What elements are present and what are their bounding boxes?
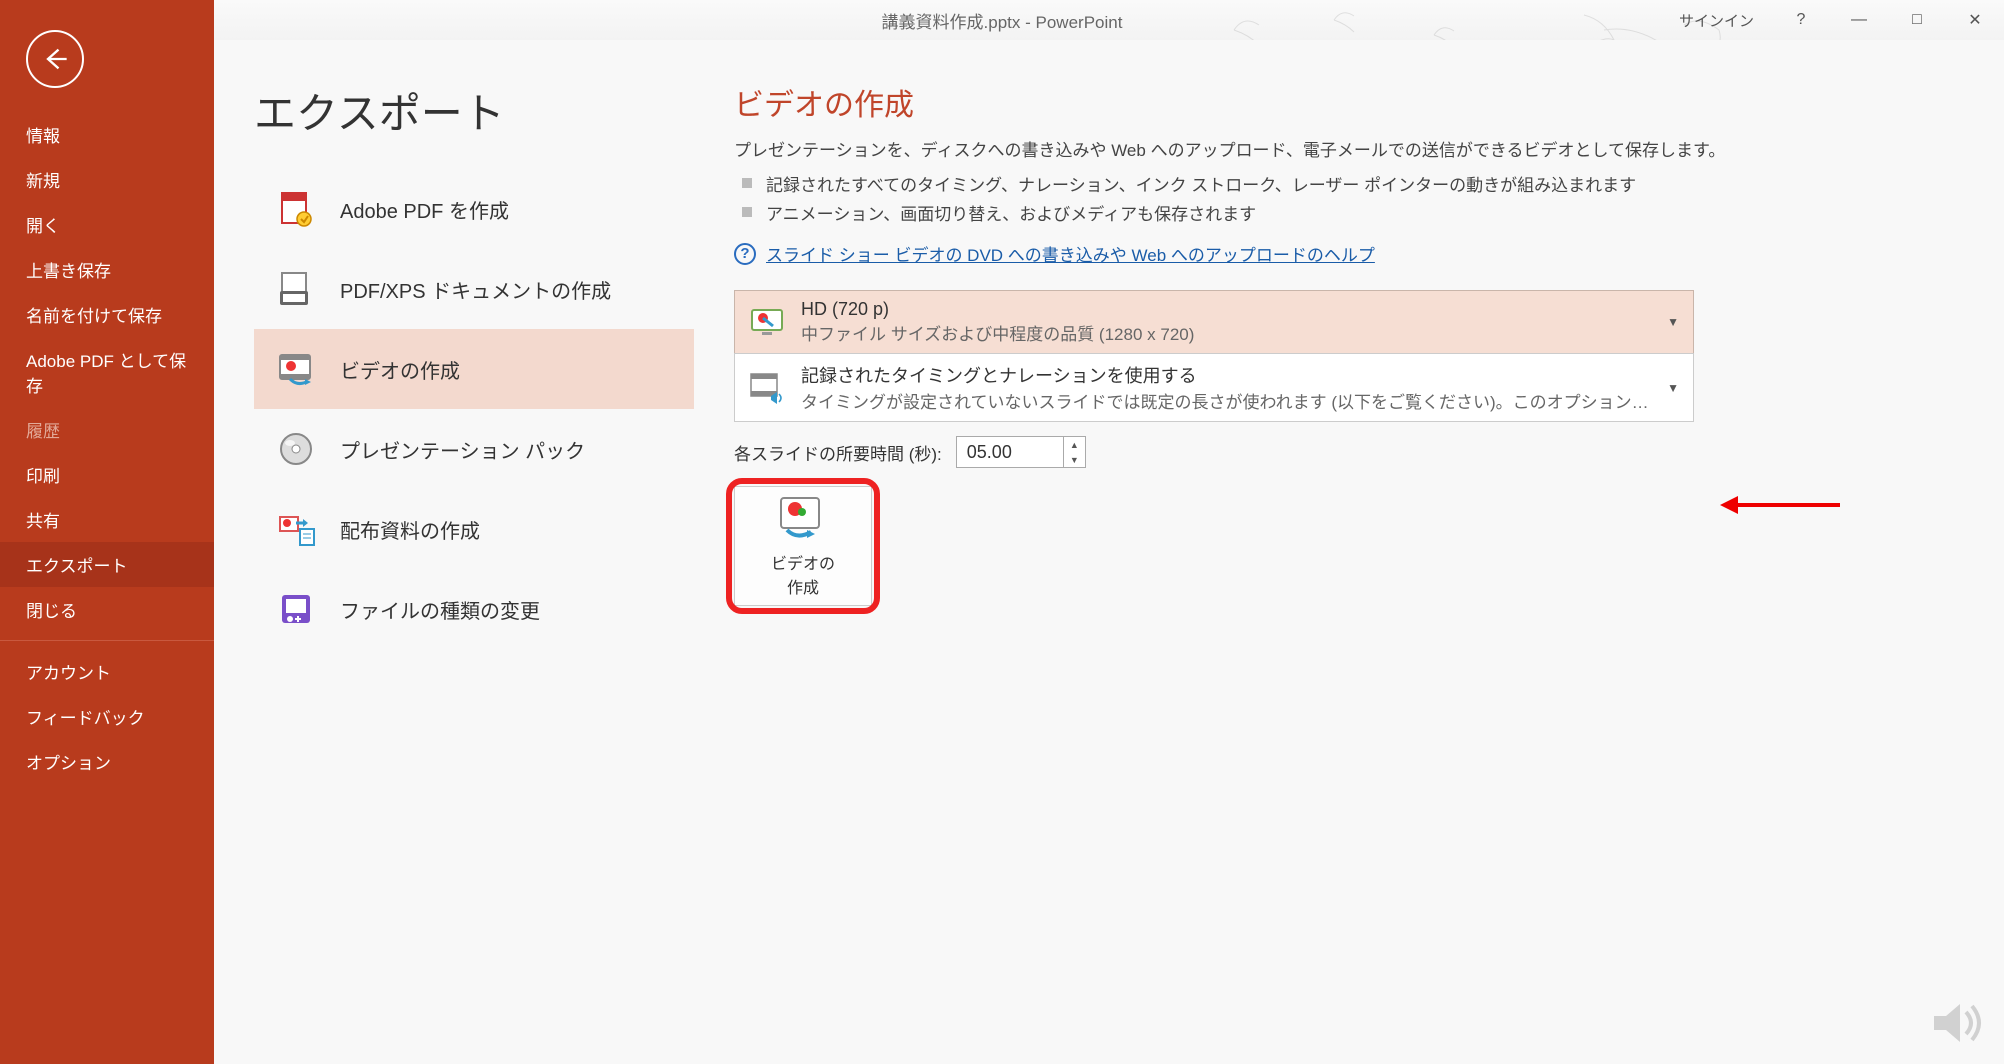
main-content: エクスポート Adobe PDF を作成PDF/XPS ドキュメントの作成ビデオ… [214,40,2004,1064]
nav-item-5[interactable]: Adobe PDF として保存 [0,337,214,407]
export-option-label: 配布資料の作成 [340,515,480,544]
bullet-item: アニメーション、画面切り替え、およびメディアも保存されます [742,200,1964,225]
duration-value: 05.00 [967,442,1012,463]
nav-bottom-item-1[interactable]: フィードバック [0,694,214,739]
chevron-down-icon: ▼ [1667,315,1679,329]
spinner-down-icon[interactable]: ▼ [1064,452,1085,467]
nav-item-8[interactable]: 共有 [0,497,214,542]
export-option-2[interactable]: ビデオの作成 [254,329,694,409]
nav-item-4[interactable]: 名前を付けて保存 [0,292,214,337]
duration-spinner[interactable]: 05.00 ▲▼ [956,436,1086,468]
help-row: ? スライド ショー ビデオの DVD への書き込みや Web へのアップロード… [734,241,1964,266]
maximize-button[interactable]: □ [1888,0,1946,40]
bullet-item: 記録されたすべてのタイミング、ナレーション、インク ストローク、レーザー ポイン… [742,171,1964,196]
export-option-icon [274,347,318,391]
bullet-text: アニメーション、画面切り替え、およびメディアも保存されます [766,200,1256,225]
export-option-3[interactable]: プレゼンテーション パック [254,409,694,489]
export-option-icon [274,187,318,231]
export-option-icon [274,267,318,311]
section-heading: ビデオの作成 [734,80,1964,124]
slide-duration-row: 各スライドの所要時間 (秒): 05.00 ▲▼ [734,436,1964,468]
nav-item-9[interactable]: エクスポート [0,542,214,587]
filmstrip-speaker-icon [749,370,785,406]
signin-link[interactable]: サインイン [1661,10,1772,31]
section-description: プレゼンテーションを、ディスクへの書き込みや Web へのアップロード、電子メー… [734,136,1964,161]
nav-item-3[interactable]: 上書き保存 [0,247,214,292]
dropdown-subtitle: タイミングが設定されていないスライドでは既定の長さが使われます (以下をご覧くだ… [801,388,1651,413]
title-bar: 講義資料作成.pptx - PowerPoint サインイン ? — □ ✕ [0,0,2004,40]
dropdown-title: HD (720 p) [801,299,1651,320]
bullet-text: 記録されたすべてのタイミング、ナレーション、インク ストローク、レーザー ポイン… [766,171,1636,196]
help-button[interactable]: ? [1772,0,1830,40]
export-option-label: ビデオの作成 [340,355,460,384]
spinner-up-icon[interactable]: ▲ [1064,437,1085,452]
page-title: エクスポート [254,80,694,141]
export-option-label: ファイルの種類の変更 [340,595,540,624]
nav-separator [0,640,214,641]
bullet-icon [742,207,752,217]
create-video-icon [777,494,829,542]
chevron-down-icon: ▼ [1667,381,1679,395]
minimize-button[interactable]: — [1830,0,1888,40]
nav-item-6[interactable]: 履歴 [0,407,214,452]
export-option-icon [274,507,318,551]
dropdown-title: 記録されたタイミングとナレーションを使用する [801,362,1651,388]
nav-item-10[interactable]: 閉じる [0,587,214,632]
export-option-0[interactable]: Adobe PDF を作成 [254,169,694,249]
export-option-label: Adobe PDF を作成 [340,195,509,224]
export-options-column: エクスポート Adobe PDF を作成 PDF/XPS ドキュメントの作成ビデオ… [254,80,694,1064]
export-option-4[interactable]: 配布資料の作成 [254,489,694,569]
backstage-sidebar: 情報新規開く上書き保存名前を付けて保存Adobe PDF として保存履歴印刷共有… [0,0,214,1064]
help-info-icon: ? [734,243,756,265]
help-link[interactable]: スライド ショー ビデオの DVD への書き込みや Web へのアップロードのヘ… [766,241,1375,266]
export-option-5[interactable]: ファイルの種類の変更 [254,569,694,649]
create-btn-line2: 作成 [787,580,819,597]
video-quality-dropdown[interactable]: HD (720 p) 中ファイル サイズおよび中程度の品質 (1280 x 72… [734,290,1694,354]
export-option-label: PDF/XPS ドキュメントの作成 [340,275,611,304]
export-option-label: プレゼンテーション パック [340,435,585,464]
export-option-icon [274,587,318,631]
video-settings-pane: ビデオの作成 プレゼンテーションを、ディスクへの書き込みや Web へのアップロ… [694,80,2004,1064]
dropdown-subtitle: 中ファイル サイズおよび中程度の品質 (1280 x 720) [801,320,1651,345]
export-option-1[interactable]: PDF/XPS ドキュメントの作成 [254,249,694,329]
timing-narration-dropdown[interactable]: 記録されたタイミングとナレーションを使用する タイミングが設定されていないスライ… [734,353,1694,422]
duration-label: 各スライドの所要時間 (秒): [734,440,942,465]
export-option-icon [274,427,318,471]
bullet-icon [742,178,752,188]
create-video-button[interactable]: ビデオの作成 [734,486,872,606]
nav-item-0[interactable]: 情報 [0,112,214,157]
nav-item-2[interactable]: 開く [0,202,214,247]
close-button[interactable]: ✕ [1946,0,2004,40]
nav-item-1[interactable]: 新規 [0,157,214,202]
nav-item-7[interactable]: 印刷 [0,452,214,497]
create-btn-line1: ビデオの [771,556,835,573]
monitor-icon [749,304,785,340]
nav-bottom-item-2[interactable]: オプション [0,739,214,784]
back-button[interactable] [26,30,84,88]
speaker-watermark-icon [1928,998,1984,1048]
window-title: 講義資料作成.pptx - PowerPoint [882,8,1123,33]
nav-bottom-item-0[interactable]: アカウント [0,649,214,694]
